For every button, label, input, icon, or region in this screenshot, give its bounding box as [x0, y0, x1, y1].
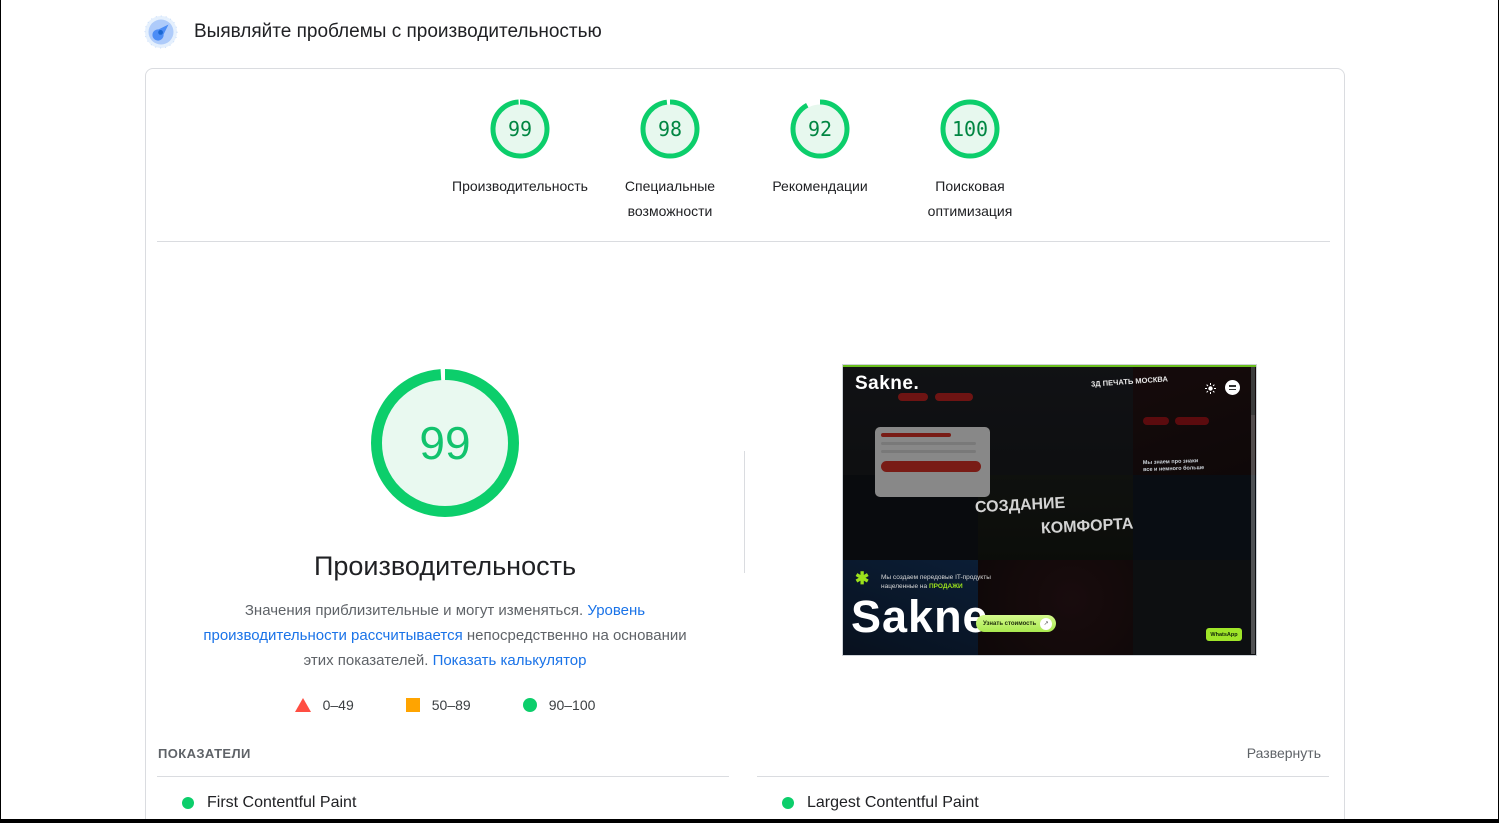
legend-item-average: 50–89	[406, 697, 471, 713]
collage-small-text: Мы знаем про знаки все и немного больше	[1143, 458, 1207, 474]
metric-column-right: Largest Contentful Paint	[757, 776, 1329, 812]
category-gauges-row: 99 Производительность 98 Специальные воз…	[146, 99, 1344, 224]
gauge-label: Специальные возможности	[600, 174, 740, 224]
scrollbar-thumb	[1251, 367, 1255, 415]
arrow-icon: ↗	[1040, 618, 1052, 630]
pagespeed-logo-icon	[144, 15, 178, 49]
gauge-ring: 99	[490, 99, 550, 159]
gauge-performance[interactable]: 99 Производительность	[445, 99, 595, 224]
screenshot-frame-bottom	[0, 819, 1499, 823]
description-text: Значения приблизительные и могут изменят…	[245, 602, 587, 619]
thumbnail-scrollbar	[1251, 367, 1255, 654]
gauge-accessibility[interactable]: 98 Специальные возможности	[595, 99, 745, 224]
green-score-dot-icon	[182, 797, 194, 809]
site-tagline: Мы создаем передовые IT-продукты нацелен…	[881, 573, 991, 591]
metric-name: First Contentful Paint	[207, 794, 356, 812]
legend-range: 50–89	[432, 697, 471, 713]
metrics-heading: ПОКАЗАТЕЛИ	[157, 746, 251, 761]
gauge-score: 99	[490, 99, 550, 159]
performance-big-gauge: 99	[371, 369, 519, 517]
page-header: Выявляйте проблемы с производительностью	[144, 15, 602, 49]
gauge-score: 92	[790, 99, 850, 159]
gauge-ring: 100	[940, 99, 1000, 159]
green-score-dot-icon	[782, 797, 794, 809]
site-logo-small: Sakne.	[855, 373, 919, 395]
thumbnail-top-accent	[843, 365, 1256, 367]
metric-row-fcp[interactable]: First Contentful Paint	[182, 794, 729, 812]
performance-description: Значения приблизительные и могут изменят…	[193, 598, 698, 673]
gauge-label: Поисковая оптимизация	[900, 174, 1040, 224]
legend-range: 90–100	[549, 697, 596, 713]
metric-row-lcp[interactable]: Largest Contentful Paint	[782, 794, 1329, 812]
site-screenshot-thumbnail[interactable]: Sakne. 3Д ПЕЧАТЬ МОСКВА СОЗДАНИЕ КОМФОРТ…	[842, 364, 1257, 656]
hamburger-menu-icon	[1225, 380, 1240, 395]
red-triangle-icon	[295, 698, 311, 712]
gauge-best-practices[interactable]: 92 Рекомендации	[745, 99, 895, 224]
screenshot-frame-left	[0, 0, 1, 823]
gauge-score: 100	[940, 99, 1000, 159]
gauge-label: Производительность	[452, 174, 588, 199]
performance-section: 99 Производительность Значения приблизит…	[146, 242, 1344, 742]
performance-score: 99	[371, 369, 519, 517]
green-circle-icon	[523, 698, 537, 712]
page-title: Выявляйте проблемы с производительностью	[194, 21, 602, 43]
sun-icon	[1205, 383, 1216, 394]
gauge-seo[interactable]: 100 Поисковая оптимизация	[895, 99, 1045, 224]
whatsapp-button: WhatsApp	[1206, 628, 1242, 641]
metric-column-left: First Contentful Paint	[157, 776, 729, 812]
legend-range: 0–49	[323, 697, 354, 713]
metrics-columns: First Contentful Paint Largest Contentfu…	[157, 776, 1329, 812]
gauge-ring: 92	[790, 99, 850, 159]
legend-item-fail: 0–49	[295, 697, 354, 713]
score-legend: 0–49 50–89 90–100	[295, 697, 596, 713]
legend-item-pass: 90–100	[523, 697, 596, 713]
expand-all-link[interactable]: Развернуть	[1247, 745, 1321, 761]
performance-title: Производительность	[314, 551, 576, 582]
performance-summary-column: 99 Производительность Значения приблизит…	[146, 242, 744, 742]
asterisk-logo-icon: ✱	[855, 569, 869, 589]
site-logo-big: Sakne	[851, 591, 989, 643]
orange-square-icon	[406, 698, 420, 712]
metric-name: Largest Contentful Paint	[807, 794, 979, 812]
gauge-score: 98	[640, 99, 700, 159]
gauge-label: Рекомендации	[772, 174, 867, 199]
cta-button: Узнать стоимость ↗	[976, 615, 1056, 632]
report-card: 99 Производительность 98 Специальные воз…	[145, 68, 1345, 823]
show-calculator-link[interactable]: Показать калькулятор	[433, 652, 587, 669]
gauge-ring: 98	[640, 99, 700, 159]
screenshot-column: Sakne. 3Д ПЕЧАТЬ МОСКВА СОЗДАНИЕ КОМФОРТ…	[745, 242, 1344, 742]
metrics-header: ПОКАЗАТЕЛИ Развернуть	[157, 745, 1321, 761]
